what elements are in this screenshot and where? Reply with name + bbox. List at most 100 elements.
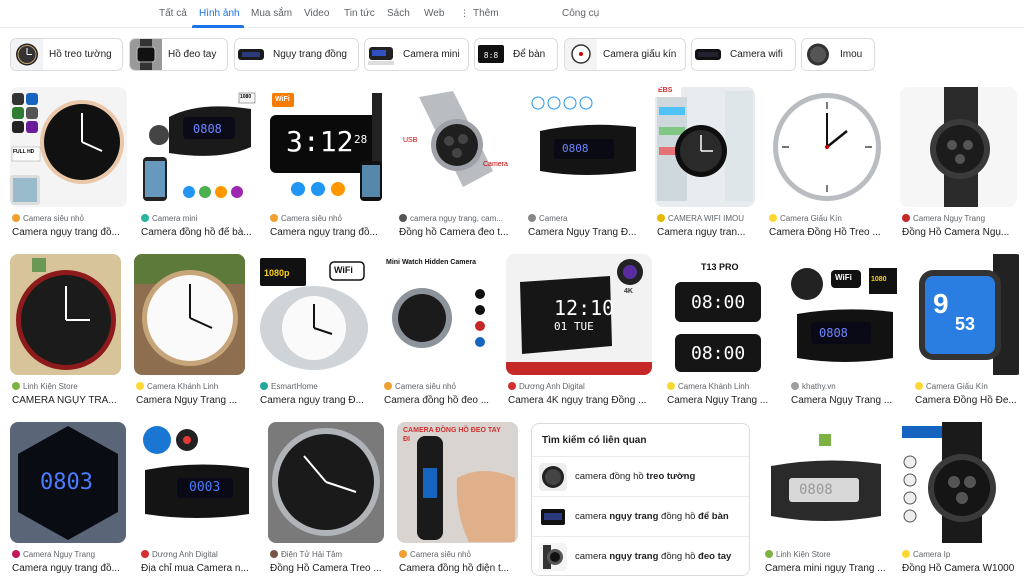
result-source[interactable]: Camera Ip — [902, 550, 1018, 559]
more-vert-icon: ⋮ — [460, 8, 469, 18]
result-title[interactable]: Đồng Hồ Camera W1000 — [902, 563, 1018, 574]
image-result[interactable]: Camera Giấu Kín Camera Đồng Hồ Treo ... — [767, 87, 888, 242]
image-result[interactable]: Camera Ip Đồng Hồ Camera W1000 — [900, 422, 1018, 578]
result-source[interactable]: Camera Khánh Linh — [667, 382, 776, 391]
image-result[interactable]: FULL HD Camera siêu nhỏ Camera ngụy tran… — [10, 87, 127, 242]
tab-web[interactable]: Web — [424, 8, 444, 19]
image-result[interactable]: 1080p WiFi EsmartHome Camera ngụy trang … — [258, 254, 369, 409]
result-source[interactable]: Camera siêu nhỏ — [12, 214, 127, 223]
image-result[interactable]: EBS CAMERA WIFI IMOU Camera ngụy tran... — [655, 87, 755, 242]
tab-books[interactable]: Sách — [387, 8, 410, 19]
image-badge-text: 1080p — [264, 268, 290, 278]
image-result[interactable]: CAMERA ĐỒNG HỒ ĐEO TAY ĐI Camera siêu nh… — [397, 422, 518, 578]
result-source[interactable]: Camera siêu nhỏ — [399, 550, 518, 559]
result-title[interactable]: Camera đồng hồ điện t... — [399, 563, 518, 574]
image-result[interactable]: 0003 Dương Anh Digital Địa chỉ mua Camer… — [139, 422, 255, 578]
tab-news[interactable]: Tin tức — [344, 8, 375, 19]
result-title[interactable]: Địa chỉ mua Camera n... — [141, 563, 255, 574]
result-source[interactable]: Linh Kiện Store — [765, 550, 887, 559]
result-source[interactable]: EsmartHome — [260, 382, 369, 391]
image-result[interactable]: 12:10 01 TUE 4K Dương Anh Digital Camera… — [506, 254, 652, 409]
image-result[interactable]: 0808 Linh Kiện Store Camera mini ngụy Tr… — [763, 422, 887, 578]
image-badge-text: WiFi — [835, 273, 852, 282]
related-search-item[interactable]: camera đồng hồ treo tường — [532, 456, 749, 496]
result-source[interactable]: Camera Giấu Kín — [915, 382, 1024, 391]
tab-videos[interactable]: Video — [304, 8, 329, 19]
result-title[interactable]: Camera Đồng Hồ Đe... — [915, 395, 1024, 406]
image-result[interactable]: 0808 Camera Camera Ngụy Trang Đ... — [526, 87, 643, 242]
image-badge-text: Mini Watch Hidden Camera — [386, 259, 476, 266]
image-badge-text: FULL HD — [13, 149, 35, 155]
result-title[interactable]: Camera mini ngụy Trang ... — [765, 563, 887, 574]
image-result[interactable]: USB Camera camera ngụy trang, cam... Đồn… — [397, 87, 514, 242]
result-title[interactable]: Camera Ngụy Trang ... — [136, 395, 245, 406]
result-source[interactable]: Dương Anh Digital — [508, 382, 652, 391]
chip-wifi-camera[interactable]: Camera wifi — [691, 38, 796, 71]
image-result[interactable]: Điện Tử Hải Tâm Đồng Hồ Camera Treo ... — [268, 422, 384, 578]
image-result[interactable]: T13 PRO 08:00 08:00 Camera Khánh Linh Ca… — [665, 254, 776, 409]
tab-images[interactable]: Hình ảnh — [199, 8, 240, 19]
result-source[interactable]: Camera Giấu Kín — [769, 214, 888, 223]
chip-label: Camera mini — [403, 49, 460, 60]
image-result[interactable]: WiFi 1080 0808 khathy.vn Camera Ngụy Tra… — [789, 254, 900, 409]
related-thumbnail — [539, 503, 567, 531]
chip-disguised-clock[interactable]: Ngụy trang đồng — [234, 38, 359, 71]
result-source[interactable]: Camera mini — [141, 214, 256, 223]
result-title[interactable]: Đồng hồ Camera đeo t... — [399, 227, 514, 238]
result-source[interactable]: camera ngụy trang, cam... — [399, 214, 514, 223]
result-title[interactable]: Camera đồng hồ đeo ... — [384, 395, 493, 406]
result-title[interactable]: Đồng Hồ Camera Ngụ... — [902, 227, 1017, 238]
result-source[interactable]: Camera siêu nhỏ — [384, 382, 493, 391]
result-title[interactable]: Camera đồng hồ để bà... — [141, 227, 256, 238]
image-result[interactable]: Mini Watch Hidden Camera Camera siêu nhỏ… — [382, 254, 493, 409]
image-result[interactable]: Camera Ngụy Trang Đồng Hồ Camera Ngụ... — [900, 87, 1017, 242]
image-result[interactable]: Camera Khánh Linh Camera Ngụy Trang ... — [134, 254, 245, 409]
related-search-item[interactable]: camera ngụy trang đồng hồ đeo tay — [532, 536, 749, 575]
result-source[interactable]: Camera Khánh Linh — [136, 382, 245, 391]
result-image: FULL HD — [10, 87, 127, 207]
chip-wall-clock[interactable]: Hồ treo tường — [10, 38, 123, 71]
result-source[interactable]: Dương Anh Digital — [141, 550, 255, 559]
image-badge-text: CAMERA ĐỒNG HỒ ĐEO TAY ĐI — [403, 427, 501, 443]
result-source[interactable]: Camera — [528, 214, 643, 223]
result-source[interactable]: Linh Kiện Store — [12, 382, 121, 391]
result-title[interactable]: Camera 4K ngụy trang Đồng ... — [508, 395, 652, 406]
tab-more[interactable]: ⋮ Thêm — [460, 8, 499, 19]
chip-desk[interactable]: 8:8 Để bàn — [474, 38, 558, 71]
result-title[interactable]: Camera ngụy trang đồ... — [12, 227, 127, 238]
image-result[interactable]: Linh Kiện Store CAMERA NGỤY TRA... — [10, 254, 121, 409]
result-title[interactable]: Camera ngụy trang đồ... — [270, 227, 385, 238]
tools-button[interactable]: Công cụ — [562, 8, 599, 19]
result-title[interactable]: Đồng Hồ Camera Treo ... — [270, 563, 384, 574]
result-source[interactable]: CAMERA WIFI IMOU — [657, 214, 755, 223]
image-badge-text: WiFi — [334, 265, 353, 275]
result-title[interactable]: Camera ngụy trang đồ... — [12, 563, 126, 574]
chip-imou[interactable]: Imou — [801, 38, 875, 71]
chip-wrist-watch[interactable]: Hồ đeo tay — [129, 38, 228, 71]
result-title[interactable]: CAMERA NGỤY TRA... — [12, 395, 121, 406]
tab-more-label: Thêm — [473, 8, 499, 19]
image-result[interactable]: 0803 Camera Ngụy Trang Camera ngụy trang… — [10, 422, 126, 578]
image-result[interactable]: 9 53 Camera Giấu Kín Camera Đồng Hồ Đe..… — [913, 254, 1024, 409]
tab-all[interactable]: Tất cả — [159, 8, 187, 19]
image-clock-text: 08:00 — [691, 292, 746, 313]
image-result[interactable]: WiFi 3:12 28 Camera siêu nhỏ Camera ngụy… — [268, 87, 385, 242]
result-title[interactable]: Camera ngụy trang Đ... — [260, 395, 369, 406]
result-source[interactable]: khathy.vn — [791, 382, 900, 391]
related-search-item[interactable]: camera ngụy trang đồng hồ để bàn — [532, 496, 749, 536]
result-image — [10, 254, 121, 375]
tab-shopping[interactable]: Mua sắm — [251, 8, 292, 19]
result-source[interactable]: Camera Ngụy Trang — [902, 214, 1017, 223]
result-title[interactable]: Camera Ngụy Trang ... — [791, 395, 900, 406]
result-title[interactable]: Camera Ngụy Trang Đ... — [528, 227, 643, 238]
result-source[interactable]: Camera siêu nhỏ — [270, 214, 385, 223]
result-image: 0808 — [526, 87, 643, 207]
result-source[interactable]: Camera Ngụy Trang — [12, 550, 126, 559]
result-title[interactable]: Camera Ngụy Trang ... — [667, 395, 776, 406]
chip-hidden-camera[interactable]: Camera giấu kín — [564, 38, 686, 71]
result-source[interactable]: Điện Tử Hải Tâm — [270, 550, 384, 559]
chip-mini-camera[interactable]: Camera mini — [364, 38, 469, 71]
image-result[interactable]: 0808 1080 Camera mini Camera đồng hồ để … — [139, 87, 256, 242]
result-title[interactable]: Camera ngụy tran... — [657, 227, 755, 238]
result-title[interactable]: Camera Đồng Hồ Treo ... — [769, 227, 888, 238]
